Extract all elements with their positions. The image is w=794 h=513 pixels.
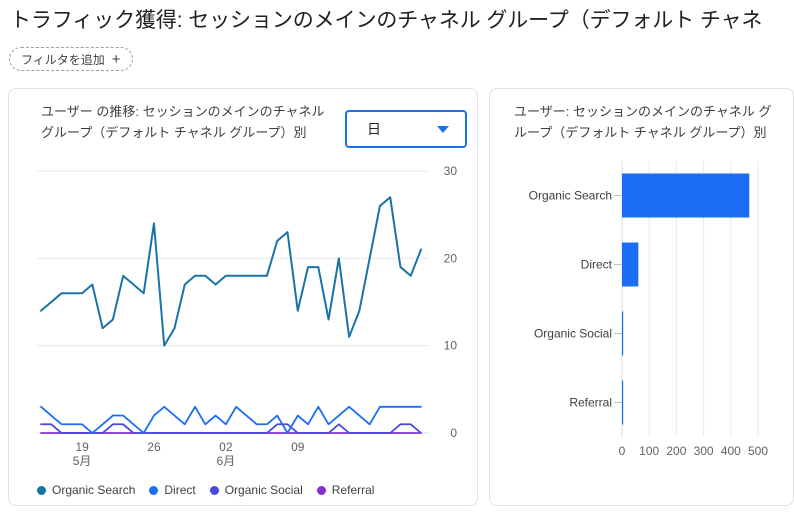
users-by-channel-bar-chart[interactable]: 0 100 200 300 400 500 Organic Search Direct Orga… xyxy=(490,89,794,489)
page-title: トラフィック獲得: セッションのメインのチャネル グループ（デフォルト チャネ xyxy=(10,9,763,32)
bar-referral[interactable] xyxy=(622,380,624,425)
x-axis-tick-label: 19 xyxy=(75,440,89,454)
bar-category-label: Organic Social xyxy=(534,327,612,341)
legend-label: Organic Social xyxy=(224,483,303,497)
bar-direct[interactable] xyxy=(622,242,639,287)
bar-x-axis-tick-label: 0 xyxy=(619,444,626,458)
legend-label: Referral xyxy=(331,483,375,497)
x-axis-tick-sublabel: 5月 xyxy=(73,454,92,468)
users-by-channel-card: ユーザー: セッションのメインのチャネル グループ（デフォルト チャネル グルー… xyxy=(489,88,794,506)
users-trend-line-chart[interactable]: 0 10 20 30 195月 26 026月 09 xyxy=(9,89,479,479)
y-axis-tick-label: 10 xyxy=(444,339,458,353)
x-axis-tick-label: 02 xyxy=(219,440,233,454)
legend-color-swatch xyxy=(37,485,46,495)
bar-x-axis-tick-label: 300 xyxy=(694,444,714,458)
x-axis-tick-label: 09 xyxy=(291,440,305,454)
bar-x-axis-tick-label: 500 xyxy=(748,444,768,458)
y-axis-tick-label: 30 xyxy=(444,164,458,178)
legend-item-organic-social[interactable]: Organic Social xyxy=(209,483,303,497)
bar-x-axis-tick-label: 200 xyxy=(666,444,686,458)
legend-label: Organic Search xyxy=(52,483,136,497)
bar-x-axis-tick-label: 100 xyxy=(639,444,659,458)
y-axis-tick-label: 0 xyxy=(450,426,457,440)
legend-item-direct[interactable]: Direct xyxy=(149,483,196,497)
legend-item-referral[interactable]: Referral xyxy=(316,483,375,497)
line-series-organic-search xyxy=(40,196,422,347)
bar-organic-social[interactable] xyxy=(622,311,624,356)
legend-color-swatch xyxy=(316,485,326,495)
bar-organic-search[interactable] xyxy=(622,173,750,218)
bar-category-label: Organic Search xyxy=(529,189,612,203)
add-filter-label: フィルタを追加 xyxy=(21,52,105,67)
add-filter-chip[interactable]: フィルタを追加 + xyxy=(9,47,133,71)
plus-icon: + xyxy=(111,50,121,68)
users-trend-card: ユーザー の推移: セッションのメインのチャネル グループ（デフォルト チャネル… xyxy=(8,88,478,506)
bar-category-label: Direct xyxy=(581,258,613,272)
bar-category-label: Referral xyxy=(569,396,612,410)
line-series-direct xyxy=(40,405,422,434)
bar-x-axis-tick-label: 400 xyxy=(721,444,741,458)
y-axis-tick-label: 20 xyxy=(444,251,458,265)
legend-color-swatch xyxy=(149,485,159,495)
x-axis-tick-label: 26 xyxy=(147,440,161,454)
x-axis-tick-sublabel: 6月 xyxy=(217,454,236,468)
legend-item-organic-search[interactable]: Organic Search xyxy=(37,483,135,497)
trend-legend: Organic Search Direct Organic Social Referr… xyxy=(37,483,374,497)
legend-label: Direct xyxy=(164,483,196,497)
legend-color-swatch xyxy=(209,485,219,495)
